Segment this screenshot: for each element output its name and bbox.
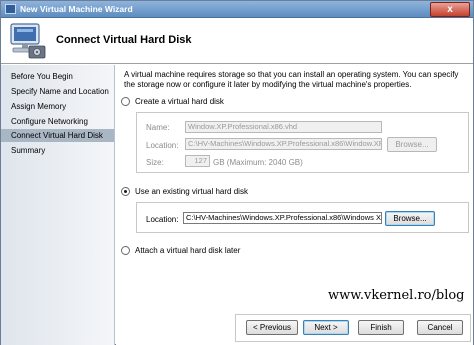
wizard-button-bar: < Previous Next > Finish Cancel bbox=[235, 314, 471, 342]
wizard-steps-nav: Before You Begin Specify Name and Locati… bbox=[1, 65, 115, 345]
nav-item-summary[interactable]: Summary bbox=[1, 144, 114, 157]
create-location-field[interactable]: C:\HV-Machines\Windows.XP.Professional.x… bbox=[185, 138, 382, 150]
description-text: A virtual machine requires storage so th… bbox=[124, 70, 459, 89]
finish-button[interactable]: Finish bbox=[358, 320, 404, 335]
nav-item-assign-memory[interactable]: Assign Memory bbox=[1, 100, 114, 113]
wizard-window: New Virtual Machine Wizard x Connect Vir… bbox=[0, 0, 474, 345]
cancel-button[interactable]: Cancel bbox=[417, 320, 463, 335]
existing-location-field[interactable]: C:\HV-Machines\Windows.XP.Professional.x… bbox=[183, 212, 382, 224]
nav-item-connect-virtual-hard-disk[interactable]: Connect Virtual Hard Disk bbox=[1, 129, 114, 142]
content-pane: A virtual machine requires storage so th… bbox=[116, 65, 473, 345]
previous-button[interactable]: < Previous bbox=[246, 320, 298, 335]
name-field[interactable]: Window.XP.Professional.x86.vhd bbox=[185, 121, 382, 133]
page-title: Connect Virtual Hard Disk bbox=[56, 34, 192, 46]
existing-disk-label: Use an existing virtual hard disk bbox=[135, 187, 248, 196]
existing-browse-button[interactable]: Browse... bbox=[385, 211, 435, 226]
existing-location-label: Location: bbox=[146, 215, 179, 224]
watermark-text: www.vkernel.ro/blog bbox=[328, 288, 465, 303]
size-unit-label: GB (Maximum: 2040 GB) bbox=[213, 158, 303, 167]
close-button[interactable]: x bbox=[430, 2, 470, 17]
app-icon bbox=[5, 4, 16, 14]
create-disk-label: Create a virtual hard disk bbox=[135, 97, 224, 106]
create-location-label: Location: bbox=[146, 141, 179, 150]
window-title: New Virtual Machine Wizard bbox=[20, 4, 133, 14]
page-header: Connect Virtual Hard Disk bbox=[1, 18, 473, 64]
close-icon: x bbox=[447, 4, 453, 15]
create-disk-group: Name: Window.XP.Professional.x86.vhd Loc… bbox=[136, 112, 469, 173]
next-button[interactable]: Next > bbox=[303, 320, 349, 335]
create-browse-button[interactable]: Browse... bbox=[387, 137, 437, 152]
nav-item-configure-networking[interactable]: Configure Networking bbox=[1, 115, 114, 128]
attach-later-radio[interactable] bbox=[121, 246, 130, 255]
nav-item-before-you-begin[interactable]: Before You Begin bbox=[1, 70, 114, 83]
title-bar[interactable]: New Virtual Machine Wizard x bbox=[1, 1, 473, 18]
existing-disk-group: Location: C:\HV-Machines\Windows.XP.Prof… bbox=[136, 202, 469, 233]
name-label: Name: bbox=[146, 123, 170, 132]
size-label: Size: bbox=[146, 158, 164, 167]
size-field[interactable]: 127 bbox=[185, 155, 210, 167]
create-disk-radio[interactable] bbox=[121, 97, 130, 106]
nav-item-specify-name-and-location[interactable]: Specify Name and Location bbox=[1, 85, 114, 98]
computer-disk-icon bbox=[10, 23, 46, 59]
existing-disk-radio[interactable] bbox=[121, 187, 130, 196]
attach-later-label: Attach a virtual hard disk later bbox=[135, 246, 241, 255]
